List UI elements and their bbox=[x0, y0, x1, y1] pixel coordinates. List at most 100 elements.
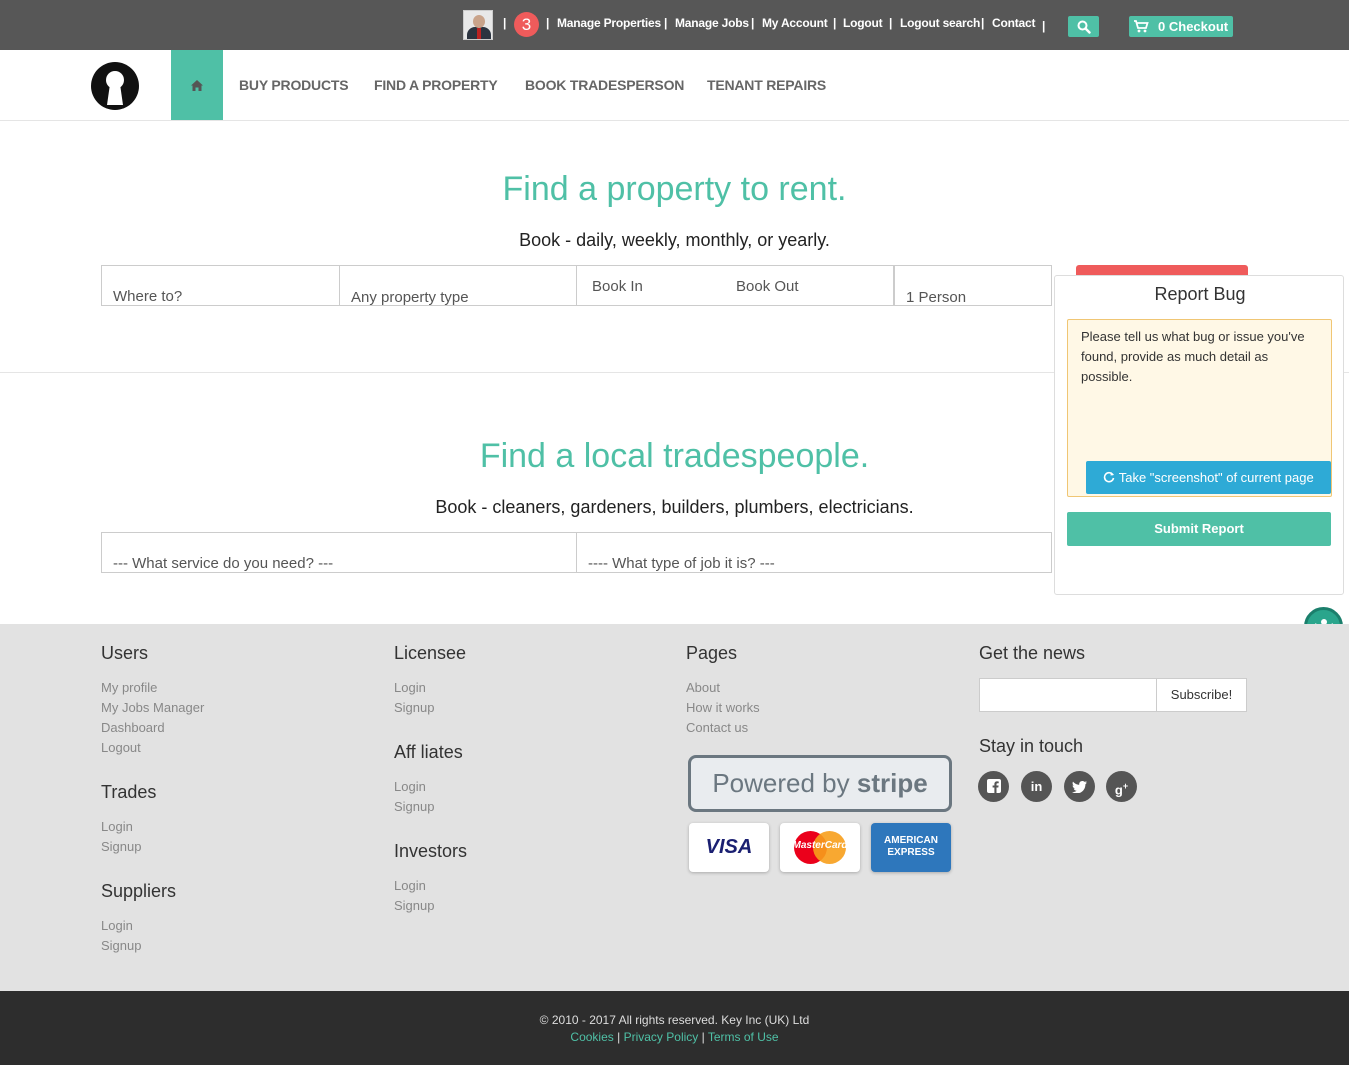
google-plus-icon[interactable]: g+ bbox=[1106, 771, 1137, 802]
footer-suppliers-signup[interactable]: Signup bbox=[101, 938, 141, 953]
twitter-icon[interactable] bbox=[1064, 771, 1095, 802]
mastercard-logo: MasterCard bbox=[780, 823, 860, 872]
notification-badge[interactable]: 3 bbox=[514, 12, 539, 37]
service-placeholder: --- What service do you need? --- bbox=[113, 555, 334, 572]
persons-value: 1 Person bbox=[906, 289, 967, 306]
visa-card-logo: VISA bbox=[689, 823, 769, 872]
book-in-input[interactable]: Book In bbox=[592, 278, 643, 295]
amex-label: AMERICAN EXPRESS bbox=[884, 835, 938, 858]
footer-users-title: Users bbox=[101, 643, 149, 663]
nav-tenant-repairs[interactable]: TENANT REPAIRS bbox=[707, 77, 826, 93]
job-type-placeholder: ---- What type of job it is? --- bbox=[588, 555, 775, 572]
my-account-link[interactable]: My Account bbox=[762, 16, 828, 30]
linkedin-icon[interactable]: in bbox=[1021, 771, 1052, 802]
footer-investors-signup[interactable]: Signup bbox=[394, 898, 434, 913]
mastercard-label: MasterCard bbox=[792, 840, 848, 851]
where-input[interactable]: Where to? bbox=[101, 265, 340, 306]
footer-trades-login[interactable]: Login bbox=[101, 819, 133, 834]
checkout-count: 0 bbox=[1158, 19, 1166, 34]
home-button[interactable] bbox=[171, 50, 223, 120]
date-range-field[interactable]: Book In Book Out bbox=[576, 265, 894, 306]
stripe-prefix: Powered by bbox=[712, 768, 850, 798]
separator: | bbox=[981, 16, 985, 30]
separator: | bbox=[664, 16, 668, 30]
nav-buy-products[interactable]: BUY PRODUCTS bbox=[239, 77, 349, 93]
service-select[interactable]: --- What service do you need? --- bbox=[101, 532, 577, 573]
report-bug-title: Report Bug bbox=[1154, 284, 1246, 304]
footer-link-contact-us[interactable]: Contact us bbox=[686, 720, 748, 735]
checkout-button[interactable]: 0 Checkout bbox=[1129, 16, 1233, 37]
footer-investors-login[interactable]: Login bbox=[394, 878, 426, 893]
footer-investors-title: Investors bbox=[394, 841, 468, 861]
manage-properties-link[interactable]: Manage Properties bbox=[557, 16, 661, 30]
copyright-text: © 2010 - 2017 All rights reserved. Key I… bbox=[539, 1013, 810, 1027]
footer-link-how-it-works[interactable]: How it works bbox=[686, 700, 760, 715]
property-type-select[interactable]: Any property type bbox=[339, 265, 577, 306]
keyhole-logo-icon bbox=[91, 62, 139, 110]
facebook-icon[interactable] bbox=[978, 771, 1009, 802]
site-logo[interactable] bbox=[90, 61, 140, 111]
amex-card-logo: AMERICAN EXPRESS bbox=[871, 823, 951, 872]
where-placeholder: Where to? bbox=[113, 288, 183, 305]
cookies-link[interactable]: Cookies bbox=[570, 1030, 613, 1044]
logout-search-link[interactable]: Logout search bbox=[900, 16, 980, 30]
separator: | bbox=[503, 16, 507, 30]
privacy-policy-link[interactable]: Privacy Policy bbox=[624, 1030, 699, 1044]
submit-report-button[interactable]: Submit Report bbox=[1067, 512, 1331, 546]
footer-link-about[interactable]: About bbox=[686, 680, 720, 695]
legal-links: Cookies | Privacy Policy | Terms of Use bbox=[0, 1030, 1349, 1044]
property-type-placeholder: Any property type bbox=[351, 289, 469, 306]
footer-licensee-login[interactable]: Login bbox=[394, 680, 426, 695]
footer-pages-title: Pages bbox=[686, 643, 738, 663]
report-bug-panel: Report Bug Please tell us what bug or is… bbox=[1054, 275, 1344, 595]
footer-link-my-jobs-manager[interactable]: My Jobs Manager bbox=[101, 700, 204, 715]
property-subheading: Book - daily, weekly, monthly, or yearly… bbox=[519, 230, 830, 250]
search-icon bbox=[1077, 20, 1091, 34]
subscribe-button[interactable]: Subscribe! bbox=[1156, 678, 1247, 712]
footer-suppliers-login[interactable]: Login bbox=[101, 918, 133, 933]
bug-description-placeholder: Please tell us what bug or issue you've … bbox=[1081, 329, 1305, 384]
powered-by-stripe-badge: Powered by stripe bbox=[688, 755, 952, 812]
separator: | bbox=[1042, 19, 1046, 33]
footer-licensee-title: Licensee bbox=[394, 643, 467, 663]
job-type-select[interactable]: ---- What type of job it is? --- bbox=[576, 532, 1052, 573]
avatar[interactable] bbox=[463, 10, 493, 40]
terms-of-use-link[interactable]: Terms of Use bbox=[708, 1030, 779, 1044]
separator: | bbox=[889, 16, 893, 30]
footer-affiliates-login[interactable]: Login bbox=[394, 779, 426, 794]
checkout-label: Checkout bbox=[1168, 19, 1229, 34]
separator: | bbox=[751, 16, 755, 30]
newsletter-email-input[interactable] bbox=[979, 678, 1157, 712]
bottom-bar: © 2010 - 2017 All rights reserved. Key I… bbox=[0, 991, 1349, 1065]
footer-link-dashboard[interactable]: Dashboard bbox=[101, 720, 165, 735]
logout-link[interactable]: Logout bbox=[843, 16, 883, 30]
footer-touch-title: Stay in touch bbox=[979, 736, 1084, 756]
cart-icon bbox=[1134, 20, 1149, 33]
separator: | bbox=[701, 1030, 705, 1044]
property-heading: Find a property to rent. bbox=[502, 170, 847, 208]
search-button[interactable] bbox=[1068, 16, 1099, 37]
separator: | bbox=[546, 16, 550, 30]
nav-find-property[interactable]: FIND A PROPERTY bbox=[374, 77, 498, 93]
separator: | bbox=[617, 1030, 621, 1044]
footer-affiliates-signup[interactable]: Signup bbox=[394, 799, 434, 814]
footer-link-my-profile[interactable]: My profile bbox=[101, 680, 157, 695]
footer-trades-signup[interactable]: Signup bbox=[101, 839, 141, 854]
nav-book-tradesperson[interactable]: BOOK TRADESPERSON bbox=[525, 77, 684, 93]
stripe-brand: stripe bbox=[856, 768, 928, 798]
home-icon bbox=[191, 80, 203, 91]
footer: Users My profile My Jobs Manager Dashboa… bbox=[0, 624, 1349, 991]
footer-news-title: Get the news bbox=[979, 643, 1086, 663]
footer-trades-title: Trades bbox=[101, 782, 157, 802]
main-nav: BUY PRODUCTS FIND A PROPERTY BOOK TRADES… bbox=[0, 50, 1349, 121]
footer-licensee-signup[interactable]: Signup bbox=[394, 700, 434, 715]
persons-select[interactable]: 1 Person bbox=[894, 265, 1052, 306]
contact-link[interactable]: Contact bbox=[992, 16, 1035, 30]
take-screenshot-label: Take "screenshot" of current page bbox=[1118, 470, 1314, 485]
manage-jobs-link[interactable]: Manage Jobs bbox=[675, 16, 749, 30]
footer-affiliates-title: Aff liates bbox=[394, 742, 463, 762]
take-screenshot-button[interactable]: Take "screenshot" of current page bbox=[1086, 461, 1331, 494]
footer-link-logout[interactable]: Logout bbox=[101, 740, 141, 755]
book-out-input[interactable]: Book Out bbox=[736, 278, 799, 295]
separator: | bbox=[833, 16, 837, 30]
